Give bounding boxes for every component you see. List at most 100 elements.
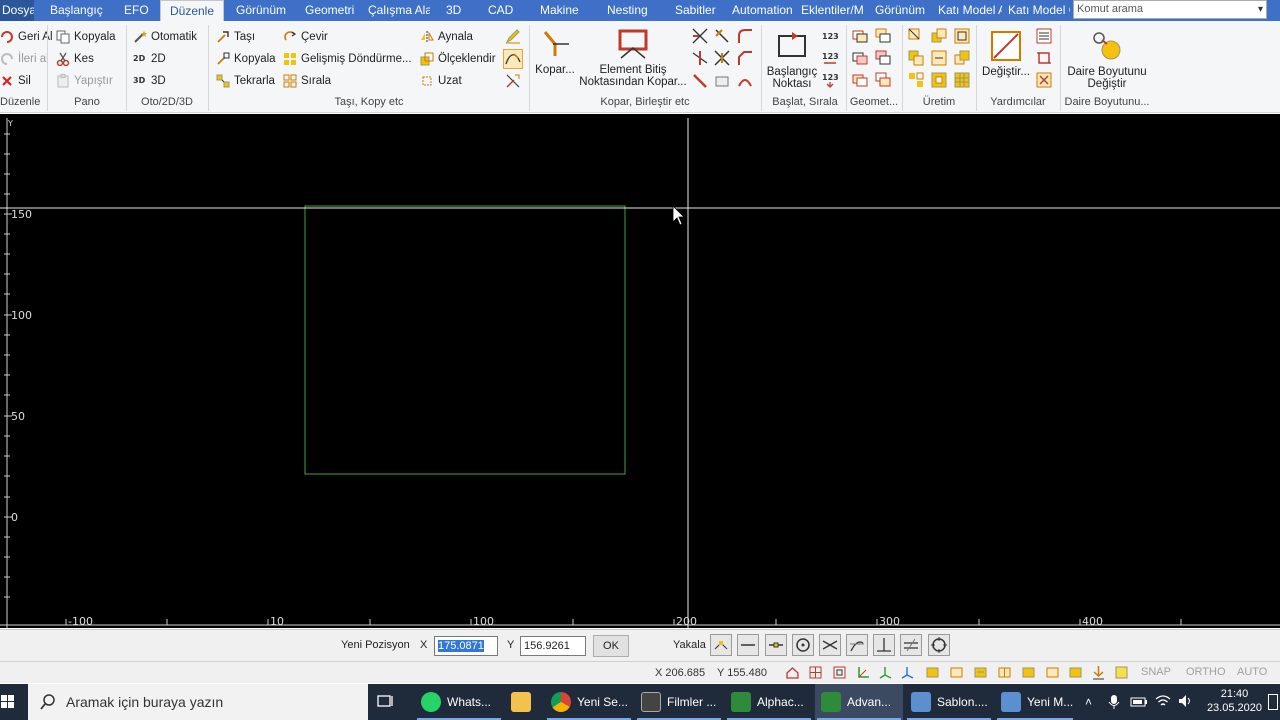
- pencil-edit-icon[interactable]: [505, 28, 521, 44]
- sort-button[interactable]: Sırala: [283, 72, 331, 90]
- chamfer-icon[interactable]: [737, 50, 753, 66]
- taskbar-item-whatsapp[interactable]: Whats...: [415, 684, 503, 720]
- repeat-button[interactable]: Tekrarla: [216, 72, 275, 90]
- snap-toggle[interactable]: SNAP: [1141, 666, 1171, 678]
- taskbar-clock[interactable]: 21:40 23.05.2020: [1207, 687, 1262, 715]
- y-coordinate-input[interactable]: 156.9261: [520, 636, 586, 656]
- windows-start-icon[interactable]: [0, 684, 28, 720]
- circle-size-button[interactable]: Daire Boyutunu Değiştir: [1063, 30, 1151, 90]
- x-coordinate-input[interactable]: 175.0871: [434, 636, 498, 656]
- sequence-up-icon[interactable]: 123: [822, 50, 839, 66]
- move-button[interactable]: Taşı: [216, 28, 255, 46]
- tab-efo[interactable]: EFO: [124, 0, 149, 21]
- tab-nesting[interactable]: Nesting: [607, 0, 648, 21]
- layer-f-icon[interactable]: [1045, 665, 1060, 680]
- tab-eklentiler[interactable]: Eklentiler/M: [801, 0, 865, 21]
- mode-2d-button[interactable]: 2D 2D: [133, 50, 166, 68]
- copy-button[interactable]: Kopyala: [56, 28, 116, 46]
- tab-kati-model-a[interactable]: Katı Model A: [938, 0, 1002, 21]
- paste-button[interactable]: Yapıştır: [56, 72, 113, 90]
- axis-xy-icon[interactable]: [856, 665, 871, 680]
- trim-icon[interactable]: [692, 50, 708, 66]
- tray-chevron-up-icon[interactable]: ˄: [1085, 695, 1092, 709]
- production-grid-icon[interactable]: [954, 72, 970, 88]
- snap-tangent-button[interactable]: [846, 634, 868, 656]
- layer-b-icon[interactable]: [949, 665, 964, 680]
- battery-icon[interactable]: [1130, 696, 1148, 711]
- sequence-down-icon[interactable]: 123: [822, 72, 839, 88]
- connect-icon[interactable]: [714, 28, 730, 44]
- taskbar-search-input[interactable]: Aramak için buraya yazın: [28, 684, 368, 720]
- cut-button[interactable]: Kes: [56, 50, 94, 68]
- taskbar-item-chrome[interactable]: Yeni Se...: [545, 684, 633, 720]
- advanced-rotate-button[interactable]: Gelişmiş Döndürme...: [283, 50, 412, 68]
- production-f-icon[interactable]: [954, 50, 970, 66]
- geometry-d-icon[interactable]: [875, 50, 891, 66]
- arc-icon[interactable]: [737, 73, 753, 89]
- rotate-button[interactable]: Çevir: [283, 28, 328, 46]
- production-b-icon[interactable]: [931, 28, 947, 44]
- production-e-icon[interactable]: [931, 50, 947, 66]
- curve-edit-icon[interactable]: [503, 49, 523, 69]
- view-zoom-icon[interactable]: [808, 665, 823, 680]
- volume-icon[interactable]: [1178, 694, 1194, 711]
- snap-line-button[interactable]: [737, 634, 759, 656]
- redo-button[interactable]: İleri al: [0, 50, 49, 68]
- fillet-icon[interactable]: [737, 28, 753, 44]
- tab-gorunum[interactable]: Görünüm: [236, 0, 286, 21]
- snap-auto-button[interactable]: [710, 634, 732, 656]
- geometry-b-icon[interactable]: [875, 28, 891, 44]
- taskbar-item-advance[interactable]: Advan...: [815, 684, 903, 720]
- helper-frame-icon[interactable]: [1036, 50, 1052, 66]
- copy-geometry-button[interactable]: Kopyala: [216, 50, 276, 68]
- taskbar-item-sablon[interactable]: Sablon....: [905, 684, 993, 720]
- layer-d-icon[interactable]: [997, 665, 1012, 680]
- mirror-button[interactable]: Aynala: [420, 28, 473, 46]
- trim-corner-icon[interactable]: [505, 73, 521, 89]
- auto-mode-button[interactable]: Otomatik: [133, 28, 197, 46]
- intersect-icon[interactable]: [714, 50, 730, 66]
- snap-center-button[interactable]: [792, 634, 814, 656]
- color-square-icon[interactable]: [1114, 665, 1129, 680]
- line-split-icon[interactable]: [692, 73, 708, 89]
- geometry-a-icon[interactable]: [852, 28, 868, 44]
- command-search-input[interactable]: Komut arama ▾: [1073, 0, 1267, 19]
- geometry-c-icon[interactable]: [852, 50, 868, 66]
- task-view-icon[interactable]: [376, 692, 396, 712]
- view-home-icon[interactable]: [785, 665, 800, 680]
- drawing-canvas[interactable]: Y 150 100 50 0 -100 10 100 200 300 400: [0, 114, 1280, 628]
- tab-geometri[interactable]: Geometri: [305, 0, 354, 21]
- undo-button[interactable]: Geri Al: [0, 28, 53, 46]
- drawn-rectangle[interactable]: [304, 205, 626, 475]
- snap-intersection-button[interactable]: [819, 634, 841, 656]
- wifi-icon[interactable]: [1155, 694, 1171, 711]
- modify-button[interactable]: Değiştir...: [980, 30, 1032, 78]
- taskbar-item-file-explorer[interactable]: [505, 684, 541, 720]
- helper-delete-icon[interactable]: [1036, 72, 1052, 88]
- tab-3d[interactable]: 3D: [446, 0, 461, 21]
- delete-button[interactable]: Sil: [0, 72, 31, 90]
- tab-automation[interactable]: Automation: [732, 0, 793, 21]
- taskbar-item-alphacam[interactable]: Alphac...: [725, 684, 813, 720]
- element-break-button[interactable]: Element Bitiş Noktasından Kopar...: [578, 28, 688, 88]
- geometry-e-icon[interactable]: [852, 72, 868, 88]
- tab-sabitler[interactable]: Sabitler: [675, 0, 716, 21]
- layer-g-icon[interactable]: [1068, 665, 1083, 680]
- ortho-toggle[interactable]: ORTHO: [1186, 666, 1226, 678]
- microphone-icon[interactable]: [1108, 694, 1120, 713]
- production-h-icon[interactable]: [931, 72, 947, 88]
- break-button[interactable]: Kopar...: [533, 28, 577, 76]
- extend-button[interactable]: Uzat: [420, 72, 462, 90]
- taskbar-item-yeni-m[interactable]: Yeni M...: [995, 684, 1075, 720]
- tab-kati-model-g[interactable]: Katı Model G: [1008, 0, 1070, 21]
- tab-calisma-alani[interactable]: Çalışma Ala: [368, 0, 430, 21]
- view-fit-icon[interactable]: [832, 665, 847, 680]
- production-a-icon[interactable]: [908, 28, 924, 44]
- tab-gorunum-2[interactable]: Görünüm: [875, 0, 925, 21]
- layer-e-icon[interactable]: [1021, 665, 1036, 680]
- scale-button[interactable]: Ölçeklendir: [420, 50, 496, 68]
- auto-toggle[interactable]: AUTO: [1237, 666, 1267, 678]
- notification-icon[interactable]: [1268, 694, 1278, 710]
- join-icon[interactable]: [692, 28, 708, 44]
- box-icon[interactable]: [714, 73, 730, 89]
